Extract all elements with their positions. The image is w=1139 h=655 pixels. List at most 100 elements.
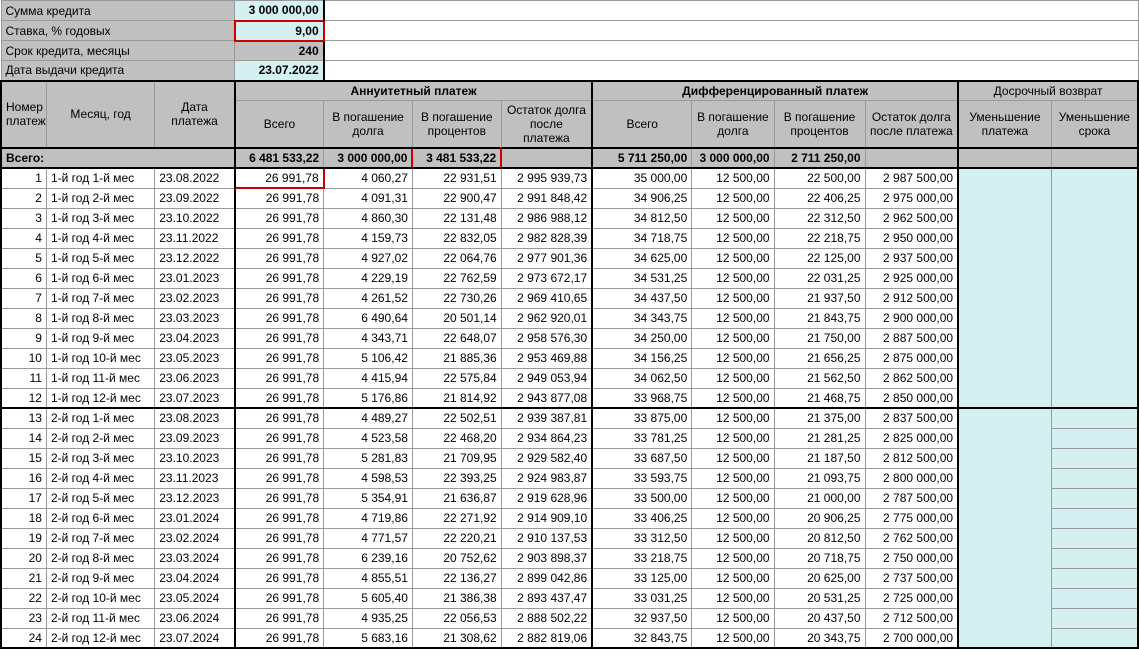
cell-date: 23.10.2022 <box>155 208 235 228</box>
cell-early-term[interactable] <box>1051 568 1138 588</box>
cell-d-total: 33 312,50 <box>592 528 692 548</box>
cell-early-term[interactable] <box>1051 588 1138 608</box>
cell-d-interest: 21 937,50 <box>774 288 865 308</box>
cell-d-principal: 12 500,00 <box>692 188 774 208</box>
cell-index: 19 <box>1 528 46 548</box>
param-date-row: Дата выдачи кредита 23.07.2022 <box>1 61 1138 81</box>
cell-early-payment[interactable] <box>958 408 1051 648</box>
cell-month: 1-й год 9-й мес <box>46 328 154 348</box>
cell-a-interest: 22 648,07 <box>412 328 501 348</box>
cell-a-balance: 2 986 988,12 <box>501 208 592 228</box>
cell-a-interest: 20 501,14 <box>412 308 501 328</box>
cell-a-interest: 21 709,95 <box>412 448 501 468</box>
cell-d-principal: 12 500,00 <box>692 248 774 268</box>
cell-early-term[interactable] <box>1051 628 1138 648</box>
cell-month: 2-й год 5-й мес <box>46 488 154 508</box>
cell-a-principal: 4 598,53 <box>324 468 413 488</box>
cell-early-term[interactable] <box>1051 528 1138 548</box>
cell-a-interest: 22 900,47 <box>412 188 501 208</box>
cell-index: 21 <box>1 568 46 588</box>
cell-early-term[interactable] <box>1051 428 1138 448</box>
cell-date: 23.01.2023 <box>155 268 235 288</box>
cell-a-balance: 2 962 920,01 <box>501 308 592 328</box>
cell-date: 23.04.2023 <box>155 328 235 348</box>
cell-index: 3 <box>1 208 46 228</box>
cell-d-interest: 20 531,25 <box>774 588 865 608</box>
cell-a-interest: 22 136,27 <box>412 568 501 588</box>
cell-a-interest: 22 131,48 <box>412 208 501 228</box>
cell-d-interest: 21 750,00 <box>774 328 865 348</box>
cell-a-balance: 2 910 137,53 <box>501 528 592 548</box>
param-term-row: Срок кредита, месяцы 240 <box>1 41 1138 61</box>
cell-a-total: 26 991,78 <box>235 468 324 488</box>
cell-a-interest: 22 730,26 <box>412 288 501 308</box>
cell-d-balance: 2 850 000,00 <box>865 388 958 408</box>
cell-d-principal: 12 500,00 <box>692 288 774 308</box>
cell-d-total: 34 250,00 <box>592 328 692 348</box>
cell-a-total: 26 991,78 <box>235 448 324 468</box>
cell-early-term[interactable] <box>1051 508 1138 528</box>
cell-d-interest: 20 343,75 <box>774 628 865 648</box>
cell-month: 2-й год 1-й мес <box>46 408 154 428</box>
cell-early-payment[interactable] <box>958 168 1051 408</box>
cell-d-principal: 12 500,00 <box>692 388 774 408</box>
cell-date: 23.12.2022 <box>155 248 235 268</box>
cell-d-total: 34 718,75 <box>592 228 692 248</box>
cell-date: 23.05.2024 <box>155 588 235 608</box>
cell-early-term[interactable] <box>1051 548 1138 568</box>
cell-a-balance: 2 991 848,42 <box>501 188 592 208</box>
cell-a-interest: 21 308,62 <box>412 628 501 648</box>
param-amount-value[interactable]: 3 000 000,00 <box>235 1 324 21</box>
cell-a-balance: 2 893 437,47 <box>501 588 592 608</box>
cell-d-balance: 2 825 000,00 <box>865 428 958 448</box>
cell-date: 23.06.2024 <box>155 608 235 628</box>
cell-d-total: 33 031,25 <box>592 588 692 608</box>
cell-a-principal: 4 860,30 <box>324 208 413 228</box>
cell-a-balance: 2 973 672,17 <box>501 268 592 288</box>
hdr-date: Дата платежа <box>155 81 235 149</box>
cell-index: 14 <box>1 428 46 448</box>
cell-a-principal: 5 683,16 <box>324 628 413 648</box>
cell-month: 1-й год 12-й мес <box>46 388 154 408</box>
cell-early-term[interactable] <box>1051 468 1138 488</box>
cell-d-total: 34 812,50 <box>592 208 692 228</box>
cell-a-total: 26 991,78 <box>235 488 324 508</box>
cell-d-balance: 2 812 500,00 <box>865 448 958 468</box>
cell-early-term[interactable] <box>1051 168 1138 408</box>
param-date-value[interactable]: 23.07.2022 <box>235 61 324 81</box>
cell-a-principal: 4 855,51 <box>324 568 413 588</box>
cell-a-balance: 2 982 828,39 <box>501 228 592 248</box>
cell-d-balance: 2 900 000,00 <box>865 308 958 328</box>
cell-a-total: 26 991,78 <box>235 508 324 528</box>
cell-early-term[interactable] <box>1051 408 1138 428</box>
cell-a-interest: 22 832,05 <box>412 228 501 248</box>
cell-d-interest: 21 562,50 <box>774 368 865 388</box>
cell-d-principal: 12 500,00 <box>692 608 774 628</box>
cell-early-term[interactable] <box>1051 608 1138 628</box>
hdr-early-group: Досрочный возврат <box>958 81 1138 101</box>
cell-d-total: 33 593,75 <box>592 468 692 488</box>
cell-a-total: 26 991,78 <box>235 408 324 428</box>
cell-index: 6 <box>1 268 46 288</box>
cell-early-term[interactable] <box>1051 448 1138 468</box>
cell-d-total: 32 937,50 <box>592 608 692 628</box>
param-term-value[interactable]: 240 <box>235 41 324 61</box>
cell-a-total: 26 991,78 <box>235 348 324 368</box>
cell-month: 1-й год 3-й мес <box>46 208 154 228</box>
cell-a-principal: 4 159,73 <box>324 228 413 248</box>
cell-a-interest: 22 393,25 <box>412 468 501 488</box>
param-rate-value[interactable]: 9,00 <box>235 21 324 41</box>
cell-d-balance: 2 762 500,00 <box>865 528 958 548</box>
cell-d-balance: 2 725 000,00 <box>865 588 958 608</box>
cell-a-principal: 4 261,52 <box>324 288 413 308</box>
cell-a-balance: 2 934 864,23 <box>501 428 592 448</box>
cell-early-term[interactable] <box>1051 488 1138 508</box>
cell-a-balance: 2 899 042,86 <box>501 568 592 588</box>
cell-d-total: 35 000,00 <box>592 168 692 188</box>
hdr-idx: Номер платежа <box>1 81 46 149</box>
cell-a-balance: 2 939 387,81 <box>501 408 592 428</box>
cell-date: 23.09.2022 <box>155 188 235 208</box>
param-amount-label: Сумма кредита <box>1 1 235 21</box>
cell-a-interest: 22 575,84 <box>412 368 501 388</box>
cell-d-interest: 21 093,75 <box>774 468 865 488</box>
